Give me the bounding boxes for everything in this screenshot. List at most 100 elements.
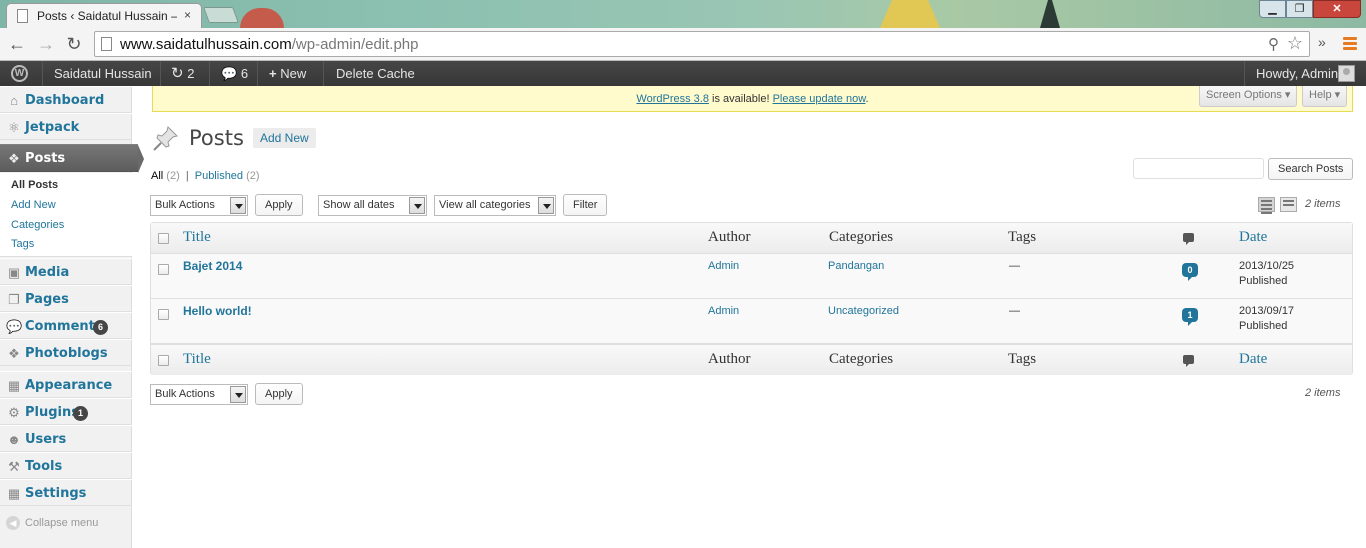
search-posts-button[interactable]: Search Posts — [1268, 158, 1354, 180]
comments-count: 6 — [240, 66, 249, 81]
category-link[interactable]: Pandangan — [828, 260, 884, 272]
bulk-actions-select-bottom[interactable]: Bulk Actions — [150, 384, 248, 405]
delete-cache-link[interactable]: Delete Cache — [336, 61, 415, 86]
maximize-window-button[interactable]: ❐ — [1286, 0, 1313, 18]
updates-count: 2 — [187, 66, 195, 81]
sidebar-item-label: Jetpack — [25, 120, 80, 135]
browser-tab[interactable]: Posts ‹ Saidatul Hussain — × — [6, 3, 202, 28]
excerpt-view-icon[interactable] — [1280, 197, 1297, 212]
collapse-menu-label: Collapse menu — [25, 516, 99, 529]
site-name-link[interactable]: Saidatul Hussain — [54, 61, 152, 86]
submenu-tags[interactable]: Tags — [11, 238, 34, 250]
howdy-account-link[interactable]: Howdy, Admin — [1256, 61, 1338, 86]
sidebar-item-dashboard[interactable]: ⌂ Dashboard — [0, 86, 132, 113]
updates-link[interactable]: ↻ 2 — [171, 61, 194, 86]
row-checkbox[interactable] — [158, 309, 169, 320]
address-bar[interactable]: www.saidatulhussain.com/wp-admin/edit.ph… — [94, 31, 1310, 57]
column-date[interactable]: Date — [1239, 351, 1267, 368]
sidebar-item-media[interactable]: ▣ Media — [0, 258, 132, 285]
posts-table: Title Author Categories Tags Date Bajet … — [150, 222, 1353, 375]
sidebar-item-tools[interactable]: ⚒ Tools — [0, 452, 132, 479]
pages-icon: ❐ — [8, 292, 20, 307]
jetpack-icon: ⚛ — [8, 120, 20, 135]
apply-button-bottom[interactable]: Apply — [255, 383, 303, 405]
media-icon: ▣ — [7, 265, 21, 280]
filter-published-link[interactable]: Published (2) — [195, 170, 260, 182]
update-now-link[interactable]: Please update now — [773, 93, 866, 105]
settings-icon: ▦ — [7, 486, 21, 501]
forward-arrow-icon[interactable]: → — [36, 34, 56, 54]
apply-button[interactable]: Apply — [255, 194, 303, 216]
avatar[interactable] — [1338, 65, 1355, 82]
sidebar-item-label: Photoblogs — [25, 346, 108, 361]
wordpress-logo-icon[interactable]: W — [11, 65, 28, 82]
search-posts-input[interactable] — [1133, 158, 1264, 179]
bookmark-star-icon[interactable]: ☆ — [1287, 33, 1303, 54]
sidebar-item-jetpack[interactable]: ⚛ Jetpack — [0, 113, 132, 140]
sidebar-item-users[interactable]: ☻ Users — [0, 425, 132, 452]
submenu-all-posts[interactable]: All Posts — [11, 179, 58, 191]
row-checkbox[interactable] — [158, 264, 169, 275]
tab-close-icon[interactable]: × — [184, 8, 191, 22]
select-all-checkbox[interactable] — [158, 233, 169, 244]
url-host: www.saidatulhussain.com — [120, 36, 292, 53]
table-row: Hello world! Admin Uncategorized — 1 201… — [151, 299, 1352, 344]
categories-filter-select[interactable]: View all categories — [434, 195, 556, 216]
submenu-categories[interactable]: Categories — [11, 219, 64, 231]
plus-icon: + — [269, 66, 277, 81]
comments-link[interactable]: 💬 6 — [221, 61, 248, 86]
new-label: New — [280, 66, 307, 81]
comment-count-bubble[interactable]: 1 — [1182, 308, 1198, 326]
comments-column-icon[interactable] — [1183, 355, 1194, 367]
sidebar-item-settings[interactable]: ▦ Settings — [0, 479, 132, 506]
bulk-actions-select[interactable]: Bulk Actions — [150, 195, 248, 216]
add-new-post-button[interactable]: Add New — [253, 128, 316, 148]
minimize-window-button[interactable]: ▁ — [1259, 0, 1286, 18]
screen-options-button[interactable]: Screen Options ▾ — [1199, 86, 1298, 107]
new-content-link[interactable]: + New — [269, 61, 306, 86]
close-window-button[interactable]: ✕ — [1313, 0, 1361, 18]
notice-text: is available! — [708, 93, 773, 105]
reload-icon[interactable]: ↻ — [64, 34, 84, 54]
browser-toolbar: ← → ↻ www.saidatulhussain.com/wp-admin/e… — [0, 28, 1366, 61]
sidebar-item-label: Media — [25, 265, 70, 280]
back-arrow-icon[interactable]: ← — [7, 34, 27, 54]
author-link[interactable]: Admin — [708, 260, 739, 272]
new-tab-button[interactable] — [203, 7, 239, 23]
post-status: Published — [1239, 275, 1288, 287]
filter-all-link[interactable]: All (2) — [151, 170, 180, 182]
sidebar-item-appearance[interactable]: ▦ Appearance — [0, 371, 132, 398]
comment-count-bubble[interactable]: 0 — [1182, 263, 1198, 281]
sidebar-item-posts[interactable]: ❖ Posts — [0, 144, 144, 173]
items-count: 2 items — [1305, 198, 1341, 210]
table-footer: Title Author Categories Tags Date — [151, 344, 1352, 375]
column-title[interactable]: Title — [183, 229, 211, 246]
filter-button[interactable]: Filter — [563, 194, 608, 216]
sidebar-item-photoblogs[interactable]: ❖ Photoblogs — [0, 339, 132, 366]
bookmarks-overflow-icon[interactable]: » — [1318, 34, 1326, 50]
collapse-menu-button[interactable]: ◀ Collapse menu — [6, 516, 98, 530]
sidebar-item-plugins[interactable]: ⚙ Plugins 1 — [0, 398, 132, 425]
background-decoration — [1040, 0, 1060, 28]
wordpress-version-link[interactable]: WordPress 3.8 — [636, 93, 709, 105]
submenu-add-new[interactable]: Add New — [11, 199, 56, 211]
divider — [323, 61, 324, 86]
sidebar-item-comments[interactable]: 💬 Comments 6 — [0, 312, 132, 339]
comments-column-icon[interactable] — [1183, 233, 1194, 245]
background-decoration — [240, 8, 284, 28]
zoom-icon[interactable]: ⚲ — [1268, 35, 1279, 53]
divider — [209, 61, 210, 86]
chrome-menu-icon[interactable] — [1343, 37, 1357, 52]
column-date[interactable]: Date — [1239, 229, 1267, 246]
dates-filter-select[interactable]: Show all dates — [318, 195, 427, 216]
category-link[interactable]: Uncategorized — [828, 305, 899, 317]
post-title-link[interactable]: Hello world! — [183, 304, 252, 318]
sidebar-item-pages[interactable]: ❐ Pages — [0, 285, 132, 312]
select-all-checkbox[interactable] — [158, 355, 169, 366]
list-view-icon[interactable] — [1258, 197, 1275, 214]
column-author: Author — [708, 229, 751, 245]
column-title[interactable]: Title — [183, 351, 211, 368]
post-title-link[interactable]: Bajet 2014 — [183, 259, 242, 273]
author-link[interactable]: Admin — [708, 305, 739, 317]
help-button[interactable]: Help ▾ — [1302, 86, 1348, 107]
